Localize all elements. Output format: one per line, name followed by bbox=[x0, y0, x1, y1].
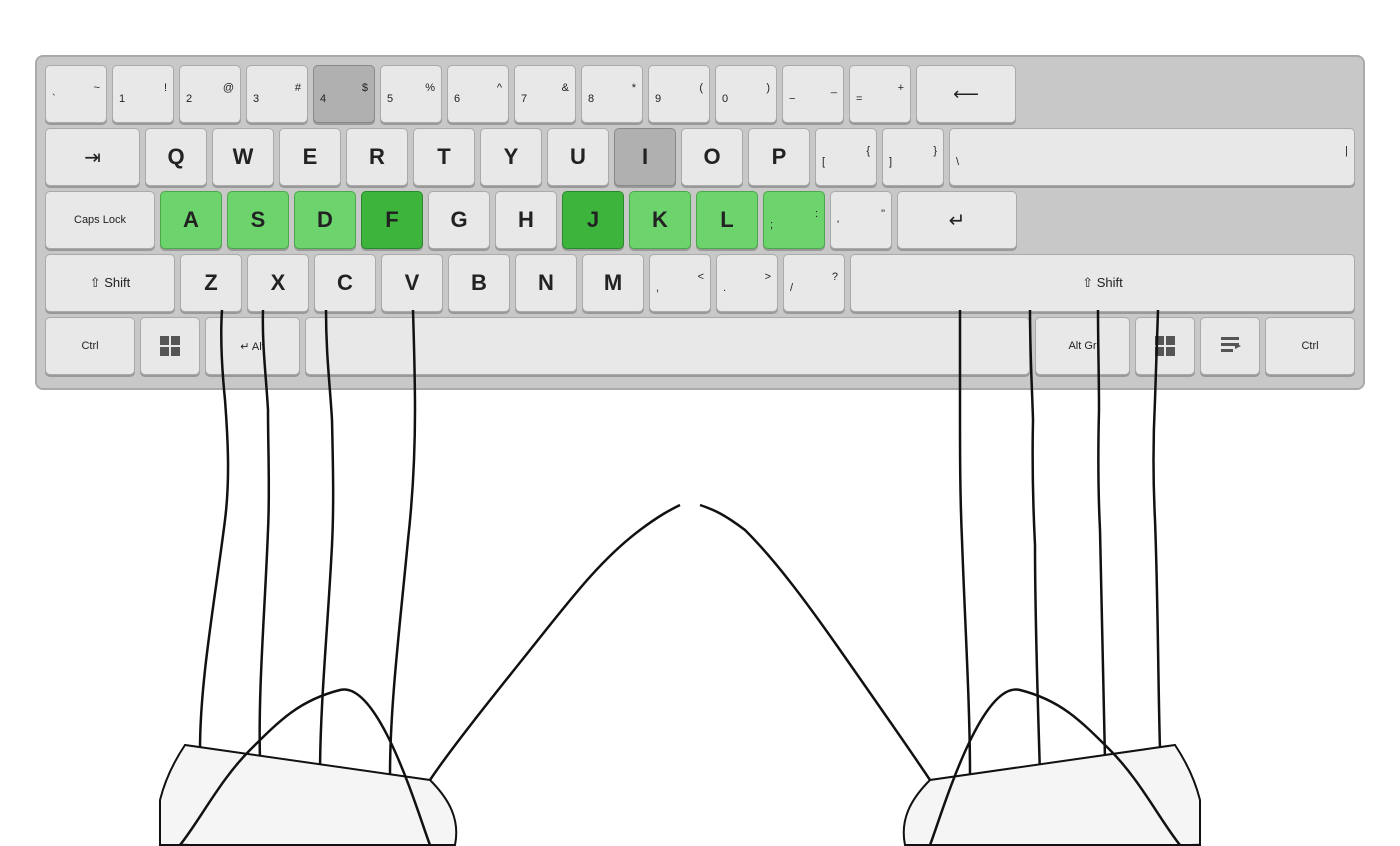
key-backslash[interactable]: |\ bbox=[949, 128, 1355, 186]
key-lbracket[interactable]: {[ bbox=[815, 128, 877, 186]
key-shift-right[interactable]: ⇧ Shift bbox=[850, 254, 1355, 312]
key-b[interactable]: B bbox=[448, 254, 510, 312]
key-g[interactable]: G bbox=[428, 191, 490, 249]
key-l[interactable]: L bbox=[696, 191, 758, 249]
key-comma[interactable]: <, bbox=[649, 254, 711, 312]
key-x[interactable]: X bbox=[247, 254, 309, 312]
key-c[interactable]: C bbox=[314, 254, 376, 312]
key-k[interactable]: K bbox=[629, 191, 691, 249]
key-caps-lock[interactable]: Caps Lock bbox=[45, 191, 155, 249]
row-zxcv: ⇧ Shift Z X C V B N M <, >. ?/ ⇧ Shift bbox=[45, 254, 1355, 312]
key-r[interactable]: R bbox=[346, 128, 408, 186]
key-6[interactable]: ^6 bbox=[447, 65, 509, 123]
key-grave[interactable]: ~` bbox=[45, 65, 107, 123]
keyboard: ~` !1 @2 #3 $4 %5 ^6 &7 *8 (9 )0 _− += ⟵… bbox=[35, 55, 1365, 390]
key-menu[interactable] bbox=[1200, 317, 1260, 375]
windows-icon-right bbox=[1153, 334, 1177, 358]
key-h[interactable]: H bbox=[495, 191, 557, 249]
key-i[interactable]: I bbox=[614, 128, 676, 186]
key-n[interactable]: N bbox=[515, 254, 577, 312]
key-f[interactable]: F bbox=[361, 191, 423, 249]
key-y[interactable]: Y bbox=[480, 128, 542, 186]
row-bottom: Ctrl ↵ Alt Alt Gr bbox=[45, 317, 1355, 375]
key-4[interactable]: $4 bbox=[313, 65, 375, 123]
key-backspace[interactable]: ⟵ bbox=[916, 65, 1016, 123]
key-win-right[interactable] bbox=[1135, 317, 1195, 375]
key-tab[interactable]: ⇥ bbox=[45, 128, 140, 186]
key-rbracket[interactable]: }] bbox=[882, 128, 944, 186]
row-qwerty: ⇥ Q W E R T Y U I O P {[ }] |\ bbox=[45, 128, 1355, 186]
key-d[interactable]: D bbox=[294, 191, 356, 249]
key-shift-left[interactable]: ⇧ Shift bbox=[45, 254, 175, 312]
key-m[interactable]: M bbox=[582, 254, 644, 312]
key-u[interactable]: U bbox=[547, 128, 609, 186]
key-quote[interactable]: "' bbox=[830, 191, 892, 249]
key-slash[interactable]: ?/ bbox=[783, 254, 845, 312]
menu-icon bbox=[1219, 335, 1241, 357]
row-numbers: ~` !1 @2 #3 $4 %5 ^6 &7 *8 (9 )0 _− += ⟵ bbox=[45, 65, 1355, 123]
key-9[interactable]: (9 bbox=[648, 65, 710, 123]
windows-icon bbox=[158, 334, 182, 358]
key-o[interactable]: O bbox=[681, 128, 743, 186]
key-z[interactable]: Z bbox=[180, 254, 242, 312]
key-5[interactable]: %5 bbox=[380, 65, 442, 123]
key-alt-gr[interactable]: Alt Gr bbox=[1035, 317, 1130, 375]
key-ctrl-left[interactable]: Ctrl bbox=[45, 317, 135, 375]
key-a[interactable]: A bbox=[160, 191, 222, 249]
key-equals[interactable]: += bbox=[849, 65, 911, 123]
key-0[interactable]: )0 bbox=[715, 65, 777, 123]
key-enter[interactable]: ↵ bbox=[897, 191, 1017, 249]
key-p[interactable]: P bbox=[748, 128, 810, 186]
key-ctrl-right[interactable]: Ctrl bbox=[1265, 317, 1355, 375]
key-alt-left[interactable]: ↵ Alt bbox=[205, 317, 300, 375]
key-w[interactable]: W bbox=[212, 128, 274, 186]
key-1[interactable]: !1 bbox=[112, 65, 174, 123]
key-2[interactable]: @2 bbox=[179, 65, 241, 123]
key-8[interactable]: *8 bbox=[581, 65, 643, 123]
key-e[interactable]: E bbox=[279, 128, 341, 186]
key-period[interactable]: >. bbox=[716, 254, 778, 312]
key-7[interactable]: &7 bbox=[514, 65, 576, 123]
key-minus[interactable]: _− bbox=[782, 65, 844, 123]
main-container: ~` !1 @2 #3 $4 %5 ^6 &7 *8 (9 )0 _− += ⟵… bbox=[0, 0, 1400, 846]
key-v[interactable]: V bbox=[381, 254, 443, 312]
key-t[interactable]: T bbox=[413, 128, 475, 186]
key-s[interactable]: S bbox=[227, 191, 289, 249]
key-3[interactable]: #3 bbox=[246, 65, 308, 123]
key-space[interactable] bbox=[305, 317, 1030, 375]
key-q[interactable]: Q bbox=[145, 128, 207, 186]
key-j[interactable]: J bbox=[562, 191, 624, 249]
row-asdf: Caps Lock A S D F G H J K L :; "' ↵ bbox=[45, 191, 1355, 249]
key-semicolon[interactable]: :; bbox=[763, 191, 825, 249]
key-win-left[interactable] bbox=[140, 317, 200, 375]
